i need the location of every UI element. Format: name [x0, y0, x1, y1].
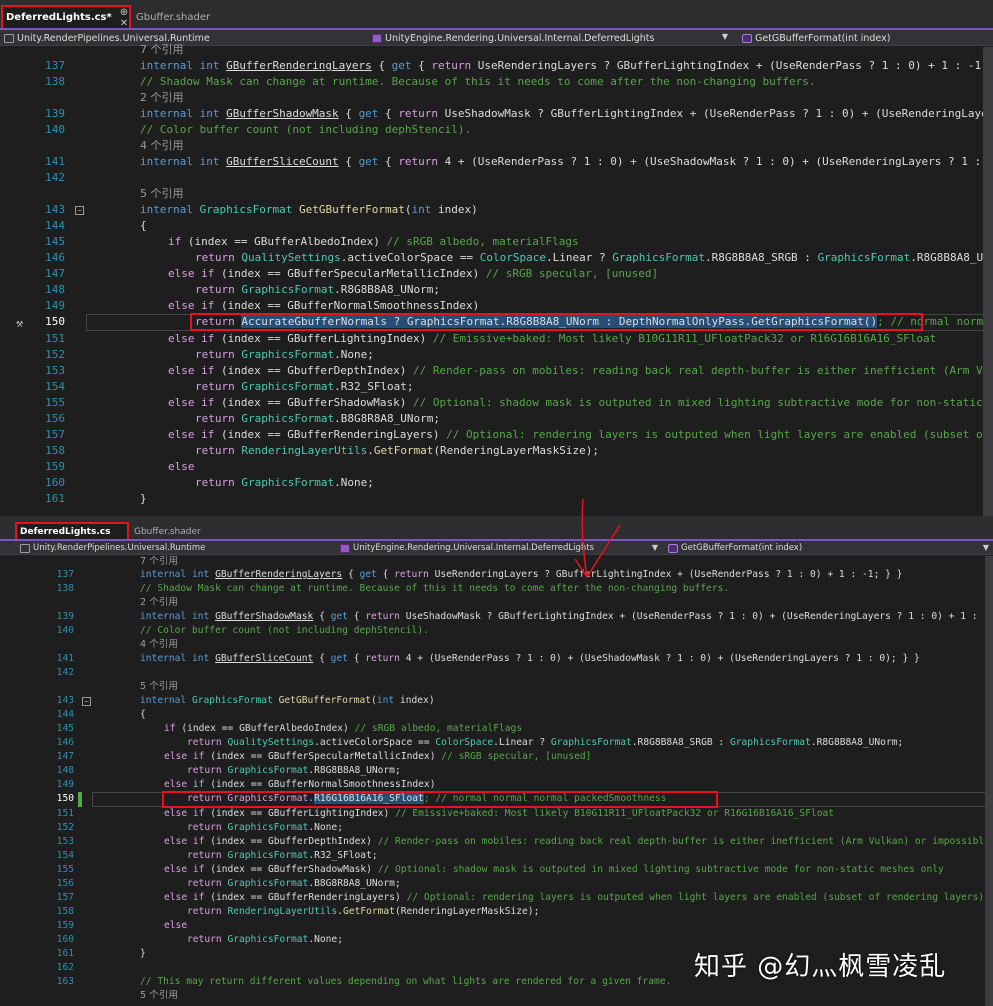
- chevron-down-icon: ▼: [651, 543, 658, 552]
- code-line: 138// Shadow Mask can change at runtime.…: [45, 75, 816, 88]
- code-line: 146 return QualitySettings.activeColorSpa…: [56, 737, 904, 748]
- code-line: 143 internal GraphicsFormat GetGBufferFor…: [45, 203, 478, 216]
- code-line: 137 internal int GBufferRenderingLayers {…: [45, 59, 993, 72]
- code-line: 153 else if (index == GbufferDepthIndex) …: [45, 364, 993, 377]
- code-line: 148 return GraphicsFormat.R8G8B8A8_UNorm;: [56, 765, 401, 776]
- editor-pane-bottom: DeferredLights.cs Gbuffer.shader Unity.R…: [0, 519, 993, 1006]
- code-editor[interactable]: 7 个引用 137 internal int GBufferRenderingLa…: [0, 556, 993, 1006]
- class-icon: [340, 543, 350, 553]
- member-dropdown[interactable]: GetGBufferFormat(int index) ▼: [668, 541, 993, 555]
- reference-hint[interactable]: 4 个引用: [0, 638, 993, 652]
- code-line: 146 return QualitySettings.activeColorSpa…: [45, 251, 993, 264]
- code-line: 147 else if (index == GBufferSpecularMeta…: [45, 267, 659, 280]
- code-line: 156 return GraphicsFormat.B8G8R8A8_UNorm;: [56, 878, 401, 889]
- tab-gbuffer-shader[interactable]: Gbuffer.shader: [132, 6, 242, 29]
- chevron-down-icon: ▼: [982, 543, 989, 552]
- reference-hint[interactable]: 4 个引用: [0, 138, 993, 154]
- code-line: 137 internal int GBufferRenderingLayers {…: [56, 569, 903, 580]
- tab-label: Gbuffer.shader: [136, 12, 211, 23]
- tab-gbuffer-shader[interactable]: Gbuffer.shader: [130, 523, 230, 540]
- code-line: 141 internal int GBufferSliceCount { get …: [56, 653, 920, 664]
- code-line: 154 return GraphicsFormat.R32_SFloat;: [45, 380, 414, 393]
- vertical-scrollbar[interactable]: [983, 47, 993, 516]
- reference-hint[interactable]: 5 个引用: [0, 989, 993, 1003]
- code-line: 140// Color buffer count (not including …: [45, 123, 472, 136]
- navigation-bar: Unity.RenderPipelines.Universal.Runtime …: [0, 541, 993, 555]
- code-line: 155 else if (index == GBufferShadowMask) …: [56, 864, 944, 875]
- code-line: 142: [45, 171, 65, 184]
- reference-hint[interactable]: 5 个引用: [0, 186, 993, 202]
- code-line: 141 internal int GBufferSliceCount { get …: [45, 155, 993, 168]
- pin-close-icon[interactable]: ⊕ ✕: [120, 7, 131, 29]
- code-line: 160 return GraphicsFormat.None;: [45, 476, 374, 489]
- project-name: Unity.RenderPipelines.Universal.Runtime: [33, 543, 206, 553]
- code-line: 159 else: [56, 920, 188, 931]
- code-line: 145 if (index == GBufferAlbedoIndex) // s…: [56, 723, 523, 734]
- tab-label: DeferredLights.cs: [20, 526, 111, 537]
- code-line: 147 else if (index == GBufferSpecularMeta…: [56, 751, 592, 762]
- code-line: 161}: [45, 492, 147, 505]
- hand-drawn-arrow: [574, 498, 621, 579]
- code-line: 139 internal int GBufferShadowMask { get …: [56, 611, 993, 622]
- code-line: 159 else: [45, 460, 195, 473]
- code-line: 158 return RenderingLayerUtils.GetFormat(…: [56, 906, 540, 917]
- code-line: 144{: [45, 219, 147, 232]
- tab-deferredlights-cs[interactable]: DeferredLights.cs: [15, 522, 129, 541]
- code-line: 152 return GraphicsFormat.None;: [45, 348, 374, 361]
- tab-bar: DeferredLights.cs Gbuffer.shader: [0, 519, 993, 541]
- code-line: 149 else if (index == GBufferNormalSmooth…: [45, 299, 480, 312]
- code-line: 156 return GraphicsFormat.B8G8R8A8_UNorm;: [45, 412, 441, 425]
- tab-label: DeferredLights.cs*: [6, 12, 112, 23]
- tab-bar: DeferredLights.cs* ⊕ ✕ Gbuffer.shader: [0, 0, 993, 30]
- method-icon: [668, 543, 678, 553]
- collapse-icon[interactable]: −: [75, 206, 84, 215]
- code-line: 158 return RenderingLayerUtils.GetFormat(…: [45, 444, 600, 457]
- collapse-icon[interactable]: −: [82, 697, 91, 706]
- reference-hint[interactable]: 7 个引用: [0, 42, 993, 58]
- code-line: 143 internal GraphicsFormat GetGBufferFor…: [56, 695, 435, 706]
- tab-deferredlights-cs-modified[interactable]: DeferredLights.cs* ⊕ ✕: [1, 5, 131, 30]
- code-line: 154 return GraphicsFormat.R32_SFloat;: [56, 850, 378, 861]
- reference-hint[interactable]: 5 个引用: [0, 680, 993, 694]
- vertical-scrollbar[interactable]: [985, 556, 993, 1006]
- code-line: 151 else if (index == GBufferLightingInde…: [56, 808, 835, 819]
- code-line: 144{: [56, 709, 146, 720]
- code-line: 142: [56, 667, 74, 678]
- code-line: 155 else if (index == GBufferShadowMask) …: [45, 396, 993, 409]
- chevron-down-icon: ▼: [721, 32, 728, 41]
- code-line: 148 return GraphicsFormat.R8G8B8A8_UNorm;: [45, 283, 441, 296]
- code-line: 139 internal int GBufferShadowMask { get …: [45, 107, 993, 120]
- editor-pane-top: DeferredLights.cs* ⊕ ✕ Gbuffer.shader Un…: [0, 0, 993, 516]
- code-line: 157 else if (index == GBufferRenderingLay…: [45, 428, 989, 441]
- project-dropdown[interactable]: Unity.RenderPipelines.Universal.Runtime: [20, 541, 335, 555]
- reference-hint[interactable]: 2 个引用: [0, 596, 993, 610]
- code-line: 151 else if (index == GBufferLightingInde…: [45, 332, 937, 345]
- code-line: 152 return GraphicsFormat.None;: [56, 822, 343, 833]
- code-line: 157 else if (index == GBufferRenderingLay…: [56, 892, 985, 903]
- code-line: 138// Shadow Mask can change at runtime.…: [56, 583, 730, 594]
- highlight-box: [162, 791, 718, 808]
- type-name: UnityEngine.Rendering.Universal.Internal…: [353, 543, 595, 553]
- watermark: 知乎 @幻灬枫雪凌乱: [694, 952, 947, 982]
- code-line: 145 if (index == GBufferAlbedoIndex) // s…: [45, 235, 579, 248]
- code-line: 153 else if (index == GbufferDepthIndex) …: [56, 836, 993, 847]
- tab-label: Gbuffer.shader: [134, 526, 201, 537]
- reference-hint[interactable]: 2 个引用: [0, 90, 993, 106]
- highlight-box: [190, 313, 923, 331]
- project-icon: [20, 543, 30, 553]
- member-name: GetGBufferFormat(int index): [681, 543, 803, 553]
- code-editor[interactable]: 7 个引用 137 internal int GBufferRenderingLa…: [0, 43, 993, 516]
- code-line: 140// Color buffer count (not including …: [56, 625, 429, 636]
